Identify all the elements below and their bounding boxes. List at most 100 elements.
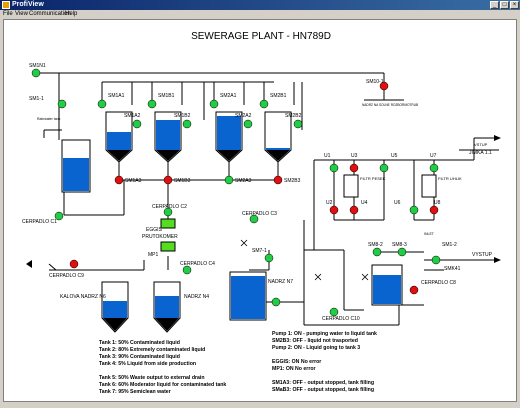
label-jimka: JIMKA 1.1 <box>469 150 492 156</box>
valve-u3[interactable] <box>349 163 359 173</box>
label-u8: U8 <box>434 200 441 206</box>
menu-view[interactable]: View <box>15 10 28 19</box>
valve-sm7-1[interactable] <box>264 253 274 263</box>
label-cerpadlo-c3: CERPADLO C3 <box>242 211 277 217</box>
page-title: SEWERAGE PLANT - HN789D <box>191 31 331 42</box>
label-smk41: SMK41 <box>444 266 461 272</box>
valve-sm1a2[interactable] <box>132 119 142 129</box>
process-diagram: SEWERAGE PLANT - HN789D SM1N1 SM1-1 SM1A… <box>22 31 501 395</box>
sand-filter <box>343 174 359 198</box>
label-cerpadlo-c4: CERPADLO C4 <box>180 261 215 267</box>
label-nadrz-note: NADRZ NA SOLNE ROZBORMOTRUB <box>362 103 418 107</box>
status-legend: Pump 1: ON - pumping water to liquid tan… <box>272 331 377 393</box>
legend-status-line: SM1A3: OFF - output stopped, tank fillin… <box>272 380 374 386</box>
valve-sm1a1[interactable] <box>97 99 107 109</box>
label-sm8-2: SM8-2 <box>368 242 383 248</box>
label-cerpadlo-c8: CERPADLO C8 <box>421 280 456 286</box>
valve-nadrz-n7[interactable] <box>271 297 281 307</box>
label-sm2b1: SM2B1 <box>270 93 287 99</box>
label-sm1b1: SM1B1 <box>158 93 175 99</box>
menu-bar: File View Communication Help <box>0 10 520 19</box>
label-u3: U3 <box>351 153 358 159</box>
valve-sm2b2[interactable] <box>293 119 303 129</box>
valve-sm8-3[interactable] <box>397 247 407 257</box>
label-sm2a3: SM2A3 <box>235 178 252 184</box>
valve-sm1b1[interactable] <box>147 99 157 109</box>
legend-tank-line: Tank 7: 95% Semiclean water <box>99 389 171 395</box>
label-nadrz-n7: NADRZ N7 <box>268 279 293 285</box>
valve-sm1a3[interactable] <box>114 175 124 185</box>
close-icon[interactable]: × <box>510 1 519 9</box>
label-sm8-3: SM8-3 <box>392 242 407 248</box>
label-nadrz-n4: NADRZ N4 <box>184 294 209 300</box>
valve-sm1-1[interactable] <box>57 99 67 109</box>
tank-5 <box>101 281 129 333</box>
label-sm1a3: SM1A3 <box>125 178 142 184</box>
maximize-icon[interactable]: □ <box>500 1 509 9</box>
label-cerpadlo-c9: CERPADLO C9 <box>49 273 84 279</box>
label-eggis: EGGIS <box>146 227 163 233</box>
pump-c9[interactable] <box>69 259 79 269</box>
label-vystup: VYSTUP <box>472 252 493 258</box>
valve-u5[interactable] <box>379 163 389 173</box>
label-cerpadlo-c10: CERPADLO C10 <box>322 316 360 322</box>
label-vstup: VSTUP <box>474 142 488 147</box>
legend-tank-line: Tank 4: 5% Liquid from side production <box>99 361 196 367</box>
label-sm1n1: SM1N1 <box>29 63 46 69</box>
label-sm1a2: SM1A2 <box>124 113 141 119</box>
valve-sm2a2[interactable] <box>243 119 253 129</box>
tank-2 <box>154 111 182 163</box>
tank-8 <box>371 264 403 306</box>
tank-4 <box>264 111 292 163</box>
label-u1: U1 <box>324 153 331 159</box>
valve-sm2b3[interactable] <box>273 175 283 185</box>
label-sm1b3: SM1B3 <box>174 178 191 184</box>
menu-help[interactable]: Help <box>65 10 77 19</box>
label-u2: U2 <box>326 200 333 206</box>
label-filtr-pesek: FILTR PESEK <box>360 176 386 181</box>
label-sm7-1: SM7-1 <box>252 248 267 254</box>
valve-u6[interactable] <box>409 205 419 215</box>
valve-u4[interactable] <box>349 205 359 215</box>
label-sm1-1: SM1-1 <box>29 96 44 102</box>
legend-tank-line: Tank 2: 80% Extremely contaminated liqui… <box>99 347 205 353</box>
valve-sm1n1[interactable] <box>31 68 41 78</box>
legend-status-line: Pump 2: ON - Liquid going to tank 3 <box>272 345 360 351</box>
valve-sm8-2[interactable] <box>372 247 382 257</box>
legend-status-line: SM2B3: OFF - liquid not trasported <box>272 338 358 344</box>
label-rainwater: Rainwater tank <box>37 117 61 121</box>
tank-6 <box>153 281 181 333</box>
pump-c10[interactable] <box>329 307 339 317</box>
legend-status-line: Pump 1: ON - pumping water to liquid tan… <box>272 331 377 337</box>
window-title: ProfiView <box>12 1 44 8</box>
valve-u8[interactable] <box>429 205 439 215</box>
label-u4: U4 <box>361 200 368 206</box>
label-filtr-uhlik: FILTR UHLIK <box>438 176 462 181</box>
label-inlet: INLET <box>424 232 435 236</box>
mp1-module[interactable] <box>160 241 176 252</box>
label-sm1b2: SM1B2 <box>174 113 191 119</box>
valve-sm2a3[interactable] <box>224 175 234 185</box>
minimize-icon[interactable]: _ <box>490 1 499 9</box>
valve-sm2a1[interactable] <box>209 99 219 109</box>
label-sm1-2: SM1-2 <box>442 242 457 248</box>
eggis-module[interactable] <box>160 218 176 229</box>
label-u6: U6 <box>394 200 401 206</box>
valve-sm1-2[interactable] <box>431 255 441 265</box>
label-sm2a1: SM2A1 <box>220 93 237 99</box>
app-window: ProfiView _ □ × File View Communication … <box>0 0 520 405</box>
valve-u2[interactable] <box>329 205 339 215</box>
label-u7: U7 <box>430 153 437 159</box>
valve-u1[interactable] <box>329 163 339 173</box>
valve-u7[interactable] <box>429 163 439 173</box>
tank-3 <box>215 111 243 163</box>
pump-c8[interactable] <box>409 285 419 295</box>
legend-tank-line: Tank 5: 50% Waste output to external dra… <box>99 375 205 381</box>
valve-sm2b1[interactable] <box>259 99 269 109</box>
label-kalova-nadrz: KALOVA NADRZ N6 <box>60 294 106 300</box>
pump-c4[interactable] <box>182 265 192 275</box>
legend-tank-line: Tank 1: 50% Contaminated liquid <box>99 340 180 346</box>
valve-sm1b2[interactable] <box>182 119 192 129</box>
valve-sm1b3[interactable] <box>163 175 173 185</box>
menu-file[interactable]: File <box>3 10 13 19</box>
